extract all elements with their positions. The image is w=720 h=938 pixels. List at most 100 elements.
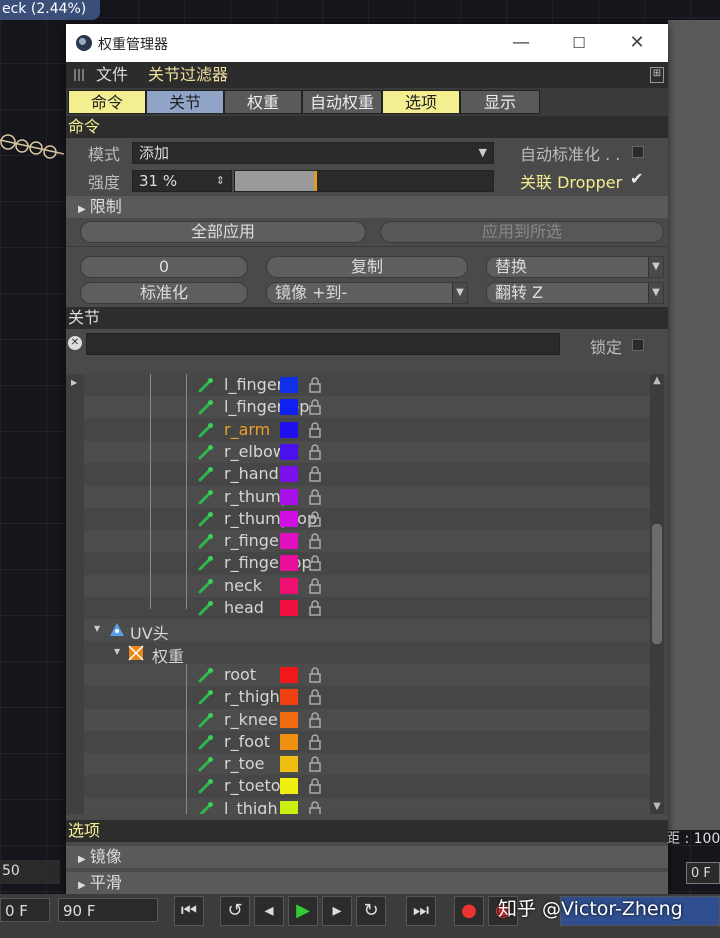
joint-color-swatch[interactable] (280, 733, 298, 750)
joint-search-input[interactable] (86, 333, 560, 355)
joint-row[interactable]: r_hand (84, 463, 650, 485)
joint-row[interactable]: head (84, 597, 650, 619)
tab-command[interactable]: 命令 (68, 90, 146, 114)
joint-row[interactable]: r_arm (84, 419, 650, 441)
zero-button[interactable]: 0 (80, 256, 248, 278)
tab-auto-weights[interactable]: 自动权重 (302, 90, 382, 114)
lock-icon[interactable] (308, 600, 322, 616)
normalize-button[interactable]: 标准化 (80, 282, 248, 304)
mode-dropdown[interactable]: 添加 ▼ (132, 142, 494, 164)
minimize-button[interactable]: — (506, 30, 536, 56)
lock-checkbox[interactable] (632, 339, 644, 351)
joint-row[interactable]: r_thigh (84, 686, 650, 708)
clear-search-icon[interactable]: ✕ (68, 336, 82, 350)
maximize-button[interactable]: ☐ (564, 30, 594, 56)
joint-color-swatch[interactable] (280, 399, 298, 416)
scroll-up-icon[interactable]: ▲ (650, 374, 664, 388)
tab-display[interactable]: 显示 (460, 90, 540, 114)
weight-tag-row[interactable]: ▼ 权重 (84, 642, 650, 666)
scrollbar-thumb[interactable] (652, 524, 662, 644)
prev-frame-icon[interactable]: ◂ (254, 896, 284, 926)
joint-row[interactable]: r_thumptop (84, 508, 650, 530)
lock-icon[interactable] (308, 734, 322, 750)
joint-color-swatch[interactable] (280, 377, 298, 393)
joint-color-swatch[interactable] (280, 778, 298, 795)
joint-color-swatch[interactable] (280, 711, 298, 728)
lock-icon[interactable] (308, 444, 322, 460)
menu-joint-filter[interactable]: 关节过滤器 (148, 62, 228, 88)
pin-icon[interactable]: ⊞ (650, 67, 664, 83)
tab-weights[interactable]: 权重 (224, 90, 302, 114)
lock-icon[interactable] (308, 667, 322, 683)
copy-button[interactable]: 复制 (266, 256, 468, 278)
joint-row[interactable]: r_knee (84, 708, 650, 731)
joint-row[interactable]: r_elbow (84, 440, 650, 463)
joint-row[interactable]: r_fingertop (84, 552, 650, 574)
joint-color-swatch[interactable] (280, 689, 298, 706)
next-frame-icon[interactable]: ▸ (322, 896, 352, 926)
flip-dropdown[interactable]: 翻转 Z ▼ (486, 282, 664, 304)
mirror-collapse[interactable]: ▶ 镜像 (66, 846, 668, 868)
lock-icon[interactable] (308, 801, 322, 814)
lock-icon[interactable] (308, 778, 322, 795)
lock-icon[interactable] (308, 466, 322, 482)
joint-row[interactable]: l_fingertop (84, 396, 650, 419)
auto-normalize-checkbox[interactable] (632, 146, 644, 158)
joint-color-swatch[interactable] (280, 421, 298, 438)
lock-icon[interactable] (308, 711, 322, 728)
lock-icon[interactable] (308, 578, 322, 594)
joint-row[interactable]: l_thigh (84, 797, 650, 814)
apply-all-button[interactable]: 全部应用 (80, 221, 366, 243)
lock-icon[interactable] (308, 689, 322, 705)
go-to-end-icon[interactable]: ⏭ (406, 896, 436, 926)
uv-group-row[interactable]: ▼ UV头 (84, 619, 650, 643)
tree-scrollbar[interactable]: ▲ ▼ (650, 374, 664, 814)
joint-color-swatch[interactable] (280, 466, 298, 483)
start-frame-field[interactable]: 0 F (0, 898, 50, 922)
joint-row[interactable]: root (84, 663, 650, 686)
strength-input[interactable]: 31 % ⇕ (132, 170, 232, 192)
strength-slider[interactable] (234, 170, 494, 192)
scroll-down-icon[interactable]: ▼ (650, 800, 664, 814)
next-key-icon[interactable]: ↻ (356, 896, 386, 926)
joint-color-swatch[interactable] (280, 577, 298, 594)
joint-color-swatch[interactable] (280, 600, 298, 616)
dropper-checkbox[interactable]: ✔ (630, 169, 643, 188)
prev-key-icon[interactable]: ↺ (220, 896, 250, 926)
go-to-start-icon[interactable]: ⏮ (174, 896, 204, 926)
window-titlebar[interactable]: 权重管理器 — ☐ ✕ (66, 24, 668, 62)
limit-collapse[interactable]: ▶ 限制 (66, 196, 668, 218)
lock-icon[interactable] (308, 377, 322, 393)
tab-joints[interactable]: 关节 (146, 90, 224, 114)
joint-color-swatch[interactable] (280, 488, 298, 505)
menu-file[interactable]: 文件 (96, 62, 128, 88)
joint-color-swatch[interactable] (280, 533, 298, 550)
replace-dropdown[interactable]: 替换 ▼ (486, 256, 664, 278)
joint-color-swatch[interactable] (280, 510, 298, 527)
joint-color-swatch[interactable] (280, 443, 298, 460)
record-icon[interactable]: ● (454, 896, 484, 926)
joint-row[interactable]: neck (84, 574, 650, 597)
joint-row[interactable]: r_toe (84, 753, 650, 776)
joint-color-swatch[interactable] (280, 800, 298, 814)
joint-row[interactable]: r_toetop (84, 775, 650, 797)
smooth-collapse[interactable]: ▶ 平滑 (66, 872, 668, 894)
end-frame-field[interactable]: 90 F (58, 898, 158, 922)
joint-row[interactable]: l_finger (84, 374, 650, 396)
joint-color-swatch[interactable] (280, 666, 298, 683)
joint-row[interactable]: r_thump (84, 485, 650, 508)
joint-row[interactable]: r_foot (84, 731, 650, 753)
lock-icon[interactable] (308, 533, 322, 549)
apply-selected-button[interactable]: 应用到所选 (380, 221, 664, 243)
joint-color-swatch[interactable] (280, 555, 298, 572)
lock-icon[interactable] (308, 399, 322, 416)
frame-field-right[interactable]: 0 F (686, 862, 720, 884)
close-button[interactable]: ✕ (622, 30, 652, 56)
lock-icon[interactable] (308, 488, 322, 505)
lock-icon[interactable] (308, 421, 322, 438)
joint-color-swatch[interactable] (280, 756, 298, 773)
left-number-field[interactable]: 50 (0, 860, 60, 884)
strength-slider-handle[interactable] (313, 171, 317, 191)
mirror-dropdown[interactable]: 镜像 +到- ▼ (266, 282, 468, 304)
joint-row[interactable]: r_finger (84, 530, 650, 553)
